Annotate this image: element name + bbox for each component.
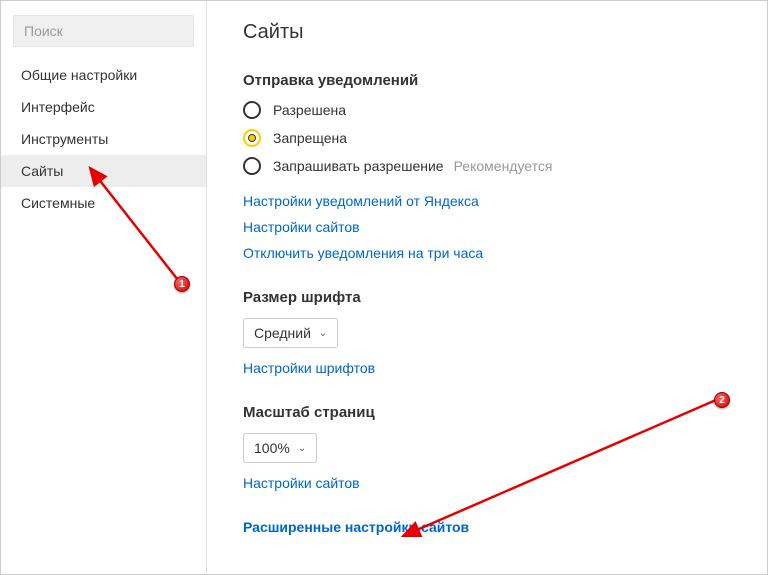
radio-icon (243, 157, 261, 175)
chevron-down-icon: ⌄ (298, 443, 306, 454)
annotation-marker-2: 2 (714, 392, 730, 408)
link-advanced-site-settings[interactable]: Расширенные настройки сайтов (243, 519, 739, 535)
font-size-value: Средний (254, 325, 311, 341)
annotation-marker-1: 1 (174, 276, 190, 292)
link-disable-3h[interactable]: Отключить уведомления на три часа (243, 245, 739, 261)
zoom-title: Масштаб страниц (243, 404, 739, 421)
zoom-select[interactable]: 100% ⌄ (243, 433, 317, 463)
link-zoom-sites[interactable]: Настройки сайтов (243, 475, 739, 491)
link-site-settings[interactable]: Настройки сайтов (243, 219, 739, 235)
link-yandex-notifications[interactable]: Настройки уведомлений от Яндекса (243, 193, 739, 209)
sidebar-item-general[interactable]: Общие настройки (1, 59, 206, 91)
search-input[interactable]: Поиск (13, 15, 194, 47)
sidebar-item-system[interactable]: Системные (1, 187, 206, 219)
radio-label: Запрашивать разрешение (273, 158, 444, 174)
notifications-title: Отправка уведомлений (243, 72, 739, 89)
radio-denied[interactable]: Запрещена (243, 129, 739, 147)
link-font-settings[interactable]: Настройки шрифтов (243, 360, 739, 376)
notifications-radio-group: Разрешена Запрещена Запрашивать разрешен… (243, 101, 739, 175)
recommended-hint: Рекомендуется (454, 158, 553, 174)
sidebar-item-sites[interactable]: Сайты (1, 155, 206, 187)
page-title: Сайты (243, 21, 739, 44)
radio-label: Запрещена (273, 130, 347, 146)
font-section: Размер шрифта Средний ⌄ Настройки шрифто… (243, 289, 739, 376)
font-size-select[interactable]: Средний ⌄ (243, 318, 338, 348)
font-title: Размер шрифта (243, 289, 739, 306)
radio-icon (243, 129, 261, 147)
zoom-section: Масштаб страниц 100% ⌄ Настройки сайтов (243, 404, 739, 491)
radio-allowed[interactable]: Разрешена (243, 101, 739, 119)
main-content: Сайты Отправка уведомлений Разрешена Зап… (215, 1, 767, 574)
notifications-section: Отправка уведомлений Разрешена Запрещена… (243, 72, 739, 261)
chevron-down-icon: ⌄ (319, 328, 327, 339)
radio-label: Разрешена (273, 102, 346, 118)
radio-icon (243, 101, 261, 119)
sidebar-item-interface[interactable]: Интерфейс (1, 91, 206, 123)
zoom-value: 100% (254, 440, 290, 456)
sidebar-item-tools[interactable]: Инструменты (1, 123, 206, 155)
radio-ask[interactable]: Запрашивать разрешение Рекомендуется (243, 157, 739, 175)
